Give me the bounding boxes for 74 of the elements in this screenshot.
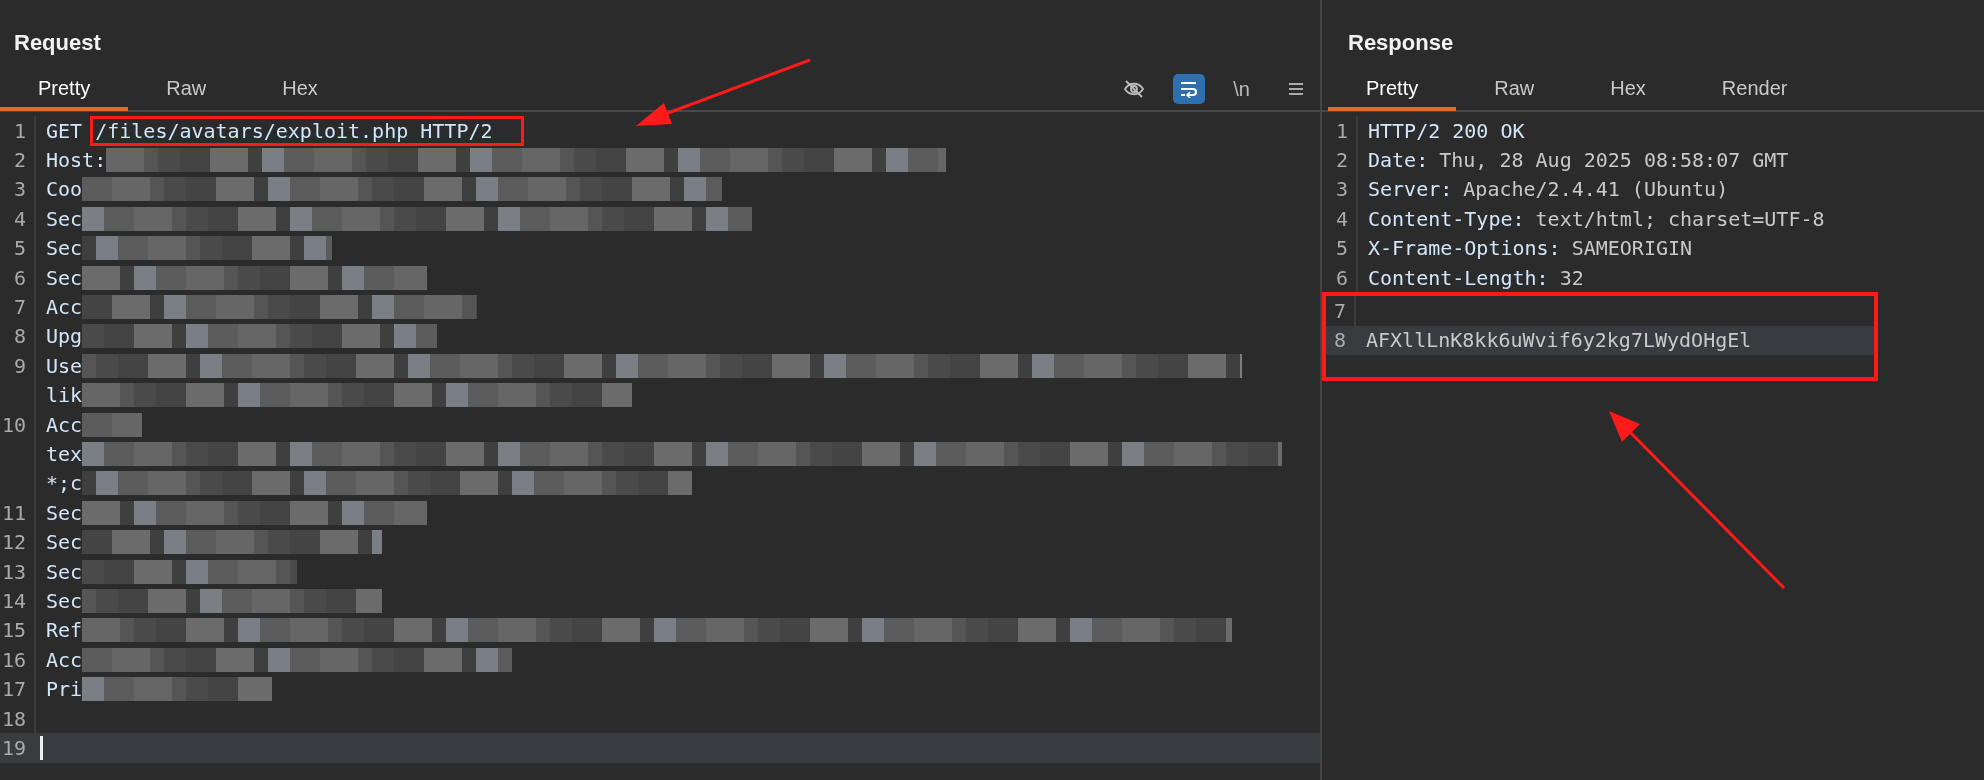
eye-slash-icon bbox=[1123, 78, 1146, 100]
line-number: 8 bbox=[1326, 325, 1356, 356]
line-number: 11 bbox=[0, 498, 36, 528]
code-text: AFXllLnK8kk6uWvif6y2kg7LWydOHgEl bbox=[1366, 328, 1752, 353]
line-number: 16 bbox=[0, 645, 36, 675]
code-text: GET bbox=[46, 118, 84, 143]
header-name: X-Frame-Options: bbox=[1368, 236, 1561, 261]
code-text: lik bbox=[46, 383, 83, 408]
line-number: 4 bbox=[0, 204, 36, 234]
newline-button[interactable]: \n bbox=[1229, 73, 1254, 105]
code-text: Sec bbox=[46, 500, 83, 525]
line-number: 8 bbox=[0, 321, 36, 352]
code-text: Acc bbox=[46, 647, 83, 672]
line-number: 7 bbox=[0, 292, 36, 322]
tab[interactable]: Pretty bbox=[0, 69, 129, 111]
code-text: Ref bbox=[46, 618, 83, 643]
line-number: 17 bbox=[0, 674, 36, 704]
tab[interactable]: Pretty bbox=[1328, 69, 1457, 111]
code-text: /files/avatars/exploit.php HTTP/2 bbox=[90, 115, 524, 146]
pane-title: Request bbox=[13, 29, 102, 57]
line-number: 19 bbox=[0, 733, 36, 763]
code-text: Pri bbox=[46, 677, 83, 702]
header-name: Server: bbox=[1368, 177, 1453, 202]
code-text: Apache/2.4.41 (Ubuntu) bbox=[1463, 177, 1729, 202]
code-text: Acc bbox=[46, 412, 83, 437]
menu-icon bbox=[1288, 82, 1304, 96]
line-number: 15 bbox=[0, 615, 36, 646]
tab[interactable]: Render bbox=[1683, 69, 1826, 111]
line-number: 12 bbox=[0, 527, 36, 557]
header-name: Date: bbox=[1368, 148, 1429, 173]
code-text: Thu, 28 Aug 2025 08:58:07 GMT bbox=[1439, 148, 1789, 173]
wrap-icon bbox=[1179, 80, 1200, 98]
line-number: 13 bbox=[0, 556, 36, 587]
wrap-button[interactable] bbox=[1173, 74, 1206, 104]
text-cursor bbox=[40, 735, 43, 760]
code-text: Host: bbox=[46, 148, 107, 173]
code-text: Acc bbox=[46, 295, 83, 320]
code-text: SAMEORIGIN bbox=[1571, 236, 1693, 261]
line-number: 4 bbox=[1322, 204, 1358, 234]
redaction-block bbox=[82, 412, 143, 437]
pane-title: Response bbox=[1347, 29, 1455, 57]
line-number: 2 bbox=[1322, 145, 1358, 175]
code-text: Sec bbox=[46, 265, 83, 290]
code-text: Use bbox=[46, 353, 83, 378]
code-text: Sec bbox=[46, 588, 83, 613]
code-text: tex bbox=[46, 442, 83, 466]
code-text: Coo bbox=[46, 177, 83, 202]
header-name: HTTP/2 200 OK bbox=[1368, 118, 1525, 143]
code-text: Sec bbox=[46, 530, 83, 555]
line-number: 2 bbox=[0, 145, 36, 175]
tab[interactable]: Hex bbox=[1572, 69, 1684, 111]
line-number: 3 bbox=[0, 174, 36, 205]
line-number: 5 bbox=[1322, 233, 1358, 263]
tab[interactable]: Raw bbox=[1456, 69, 1573, 111]
line-number: 5 bbox=[0, 233, 36, 263]
line-number: 14 bbox=[0, 586, 36, 616]
header-name: Content-Length: bbox=[1368, 265, 1549, 290]
line-number: 6 bbox=[1322, 262, 1358, 293]
line-number: 1 bbox=[0, 116, 36, 146]
code-text: Sec bbox=[46, 206, 83, 231]
header-name: Content-Type: bbox=[1368, 206, 1525, 231]
line-number: 9 bbox=[0, 351, 36, 381]
line-number: 3 bbox=[1322, 174, 1358, 205]
line-number: 10 bbox=[0, 409, 36, 440]
code-text: text/html; charset=UTF-8 bbox=[1535, 206, 1825, 231]
line-number: 1 bbox=[1322, 116, 1358, 146]
tab[interactable]: Raw bbox=[128, 69, 245, 111]
tab[interactable]: Hex bbox=[244, 69, 356, 111]
code-text: Sec bbox=[46, 236, 83, 261]
code-text: *;c bbox=[46, 471, 83, 496]
code-text: Upg bbox=[46, 324, 83, 349]
code-text: Sec bbox=[46, 559, 83, 584]
line-number: 6 bbox=[0, 262, 36, 293]
code-text: 32 bbox=[1559, 265, 1584, 290]
